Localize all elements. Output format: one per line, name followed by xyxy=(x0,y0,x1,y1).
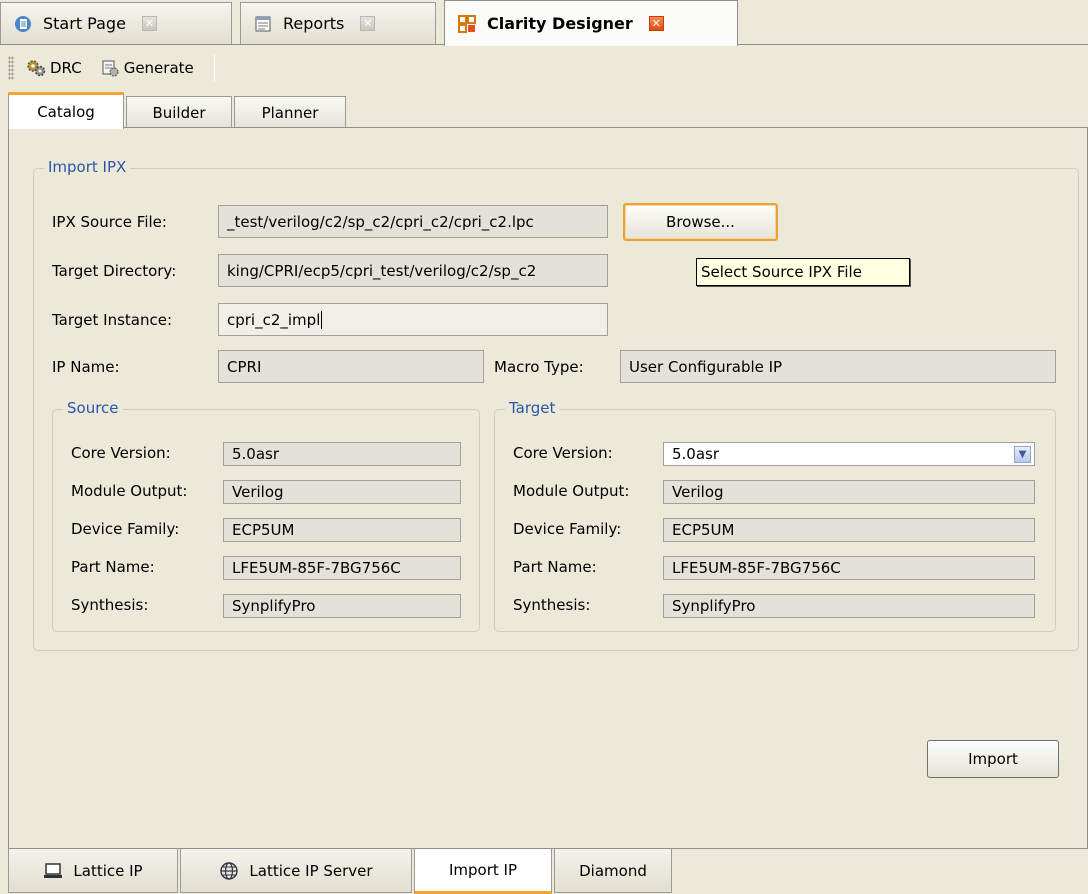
drc-button[interactable]: DRC xyxy=(20,54,88,82)
import-button[interactable]: Import xyxy=(927,740,1059,778)
target-instance-label: Target Instance: xyxy=(52,311,173,329)
macro-type-field: User Configurable IP xyxy=(620,350,1056,383)
close-icon[interactable]: ✕ xyxy=(360,16,376,31)
select-source-tooltip: Select Source IPX File xyxy=(696,258,910,286)
tab-diamond[interactable]: Diamond xyxy=(554,849,672,893)
generate-button[interactable]: Generate xyxy=(94,54,200,82)
target-device-family-field: ECP5UM xyxy=(663,518,1035,542)
target-part-name-label: Part Name: xyxy=(513,558,597,576)
toolbar: DRC Generate xyxy=(0,46,1088,90)
browse-button[interactable]: Browse... xyxy=(623,203,778,241)
ip-name-field: CPRI xyxy=(218,350,484,383)
source-part-name-field: LFE5UM-85F-7BG756C xyxy=(223,556,461,580)
reports-icon xyxy=(253,14,273,34)
source-device-family-label: Device Family: xyxy=(71,520,180,538)
source-synthesis-label: Synthesis: xyxy=(71,596,149,614)
ip-name-label: IP Name: xyxy=(52,358,120,376)
source-synthesis-field: SynplifyPro xyxy=(223,594,461,618)
tab-start-page[interactable]: Start Page ✕ xyxy=(0,2,232,44)
target-instance-input[interactable]: cpri_c2_impl xyxy=(218,303,608,336)
tab-import-ip[interactable]: Import IP xyxy=(414,849,552,894)
source-part-name-label: Part Name: xyxy=(71,558,155,576)
tab-planner[interactable]: Planner xyxy=(234,96,346,128)
target-synthesis-field: SynplifyPro xyxy=(663,594,1035,618)
source-module-output-field: Verilog xyxy=(223,480,461,504)
generate-icon xyxy=(100,58,120,78)
gears-icon xyxy=(26,58,46,78)
computer-icon xyxy=(43,861,63,881)
target-part-name-field: LFE5UM-85F-7BG756C xyxy=(663,556,1035,580)
tab-label: Start Page xyxy=(43,14,126,33)
target-module-output-field: Verilog xyxy=(663,480,1035,504)
tab-label: Reports xyxy=(283,14,345,33)
source-group: Source Core Version: 5.0asr Module Outpu… xyxy=(52,399,480,632)
source-module-output-label: Module Output: xyxy=(71,482,188,500)
drc-label: DRC xyxy=(50,59,82,77)
globe-icon xyxy=(219,861,239,881)
tab-catalog[interactable]: Catalog xyxy=(8,92,124,129)
target-device-family-label: Device Family: xyxy=(513,520,622,538)
source-core-version-label: Core Version: xyxy=(71,444,171,462)
clarity-designer-icon xyxy=(457,14,477,34)
source-device-family-field: ECP5UM xyxy=(223,518,461,542)
text-cursor xyxy=(321,310,323,329)
catalog-panel: Import IPX IPX Source File: _test/verilo… xyxy=(8,127,1088,849)
tab-clarity-designer[interactable]: Clarity Designer ✕ xyxy=(444,0,738,46)
target-directory-label: Target Directory: xyxy=(52,262,177,280)
tab-lattice-ip-server[interactable]: Lattice IP Server xyxy=(180,849,412,893)
tab-builder[interactable]: Builder xyxy=(126,96,232,128)
tab-label: Clarity Designer xyxy=(487,14,633,33)
ipx-source-label: IPX Source File: xyxy=(52,213,167,231)
source-core-version-field: 5.0asr xyxy=(223,442,461,466)
target-module-output-label: Module Output: xyxy=(513,482,630,500)
target-synthesis-label: Synthesis: xyxy=(513,596,591,614)
target-core-version-label: Core Version: xyxy=(513,444,613,462)
macro-type-label: Macro Type: xyxy=(494,358,584,376)
import-ipx-title: Import IPX xyxy=(44,158,131,176)
document-tab-bar: Start Page ✕ Reports ✕ Clarity Designer … xyxy=(0,0,1088,46)
target-directory-field[interactable]: king/CPRI/ecp5/cpri_test/verilog/c2/sp_c… xyxy=(218,254,608,287)
import-ipx-group: Import IPX IPX Source File: _test/verilo… xyxy=(33,158,1079,651)
start-page-icon xyxy=(13,14,33,34)
close-icon[interactable]: ✕ xyxy=(141,16,157,31)
close-icon[interactable]: ✕ xyxy=(648,16,664,31)
target-core-version-select[interactable]: 5.0asr ▼ xyxy=(663,442,1035,466)
target-title: Target xyxy=(505,399,560,417)
source-title: Source xyxy=(63,399,123,417)
generate-label: Generate xyxy=(123,59,194,77)
toolbar-separator xyxy=(213,54,215,82)
tab-reports[interactable]: Reports ✕ xyxy=(240,2,436,44)
tab-lattice-ip[interactable]: Lattice IP xyxy=(8,849,178,893)
toolbar-grip[interactable] xyxy=(8,56,14,80)
chevron-down-icon[interactable]: ▼ xyxy=(1014,446,1031,463)
target-group: Target Core Version: 5.0asr ▼ Module Out… xyxy=(494,399,1056,632)
ipx-source-field[interactable]: _test/verilog/c2/sp_c2/cpri_c2/cpri_c2.l… xyxy=(218,205,608,238)
